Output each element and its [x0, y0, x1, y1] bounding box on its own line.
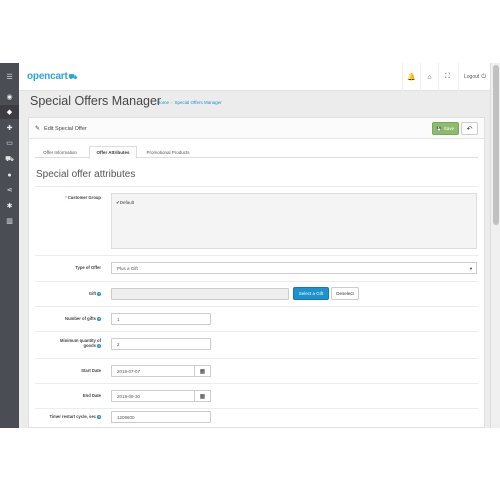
number-of-gifts-label: Number of gifts? [35, 316, 101, 321]
start-date-label: Start Date [81, 368, 101, 373]
cog-icon[interactable]: ✱ [0, 199, 19, 213]
user-icon[interactable]: ● [0, 168, 19, 182]
panel-title: ✎ Edit Special Offer [35, 125, 87, 132]
home-icon[interactable]: ⌂ [420, 63, 438, 91]
type-of-offer-select[interactable]: Plus a Gift ▼ [111, 262, 477, 274]
end-date-value: 2019-09-30 [117, 393, 141, 399]
power-icon: ⏻ [481, 73, 487, 80]
chevron-down-icon: ▼ [469, 266, 473, 271]
save-icon: 💾 [436, 126, 442, 131]
scrollbar[interactable] [490, 63, 500, 428]
end-date-input[interactable]: 2019-09-30 ▦ [111, 390, 211, 402]
min-quantity-label-line2: goods [83, 343, 96, 348]
timer-input[interactable]: 1209600 [111, 411, 211, 423]
end-date-label: End Date [82, 393, 101, 398]
logo-cart-icon: ⛟ [68, 74, 78, 81]
number-of-gifts-input[interactable]: 1 [111, 313, 211, 325]
min-quantity-input[interactable]: 2 [111, 338, 211, 350]
edit-panel: ✎ Edit Special Offer 💾 Save ↶ Offer Inform… [28, 117, 485, 428]
logout-link[interactable]: Logout ⏻ [458, 63, 490, 91]
gift-label: Gift? [35, 291, 101, 296]
panel-heading: ✎ Edit Special Offer 💾 Save ↶ [29, 118, 484, 139]
customer-group-box: ✔Default [111, 193, 477, 249]
customer-group-label: *Customer Group [35, 195, 101, 200]
deselect-button[interactable]: Deselect [331, 287, 359, 300]
type-of-offer-row: Type of Offer Plus a Gift ▼ [35, 255, 478, 281]
help-icon[interactable]: ? [97, 414, 101, 419]
gift-label-text: Gift [88, 291, 96, 296]
panel-title-text: Edit Special Offer [44, 126, 87, 132]
timer-label-text: Timer restart cycle, sec [49, 414, 96, 419]
help-icon[interactable]: ? [97, 316, 101, 321]
page-title: Special Offers Manager [30, 94, 162, 108]
help-icon[interactable]: ? [97, 343, 101, 348]
share-icon[interactable]: ⋖ [0, 183, 19, 197]
customer-group-option-default[interactable]: ✔Default [116, 200, 134, 206]
tab-offer-attributes[interactable]: Offer Attributes [89, 146, 137, 159]
start-date-row: Start Date 2019-07-07 ▦ [35, 358, 478, 383]
type-of-offer-value: Plus a Gift [117, 265, 138, 271]
calendar-icon[interactable]: ▦ [194, 365, 211, 377]
timer-label: Timer restart cycle, sec? [35, 414, 101, 419]
help-icon[interactable]: ? [97, 291, 101, 296]
undo-icon: ↶ [466, 125, 473, 133]
tab-promotional-products[interactable]: Promotional Products [141, 146, 195, 158]
start-date-value: 2019-07-07 [117, 368, 141, 374]
menu-icon[interactable]: ☰ [0, 70, 19, 84]
save-label: Save [443, 126, 455, 131]
breadcrumb-current[interactable]: Special Offers Manager [175, 100, 222, 105]
select-gift-button[interactable]: Select a Gift [293, 287, 329, 300]
type-of-offer-label: Type of Offer [75, 265, 101, 270]
expand-icon[interactable]: ⛶ [438, 63, 456, 91]
gift-input [111, 288, 289, 300]
min-quantity-label: Minimum quantity of goods? [35, 338, 101, 348]
gift-row: Gift? Select a Gift Deselect [35, 281, 478, 306]
customer-group-label-text: Customer Group [67, 195, 101, 200]
number-of-gifts-label-text: Number of gifts [65, 316, 96, 321]
cart-icon[interactable]: ⛟ [0, 152, 19, 166]
breadcrumb-separator: › [171, 100, 173, 105]
logo-text: opencart [27, 71, 68, 82]
timer-row: Timer restart cycle, sec? 1209600 [35, 408, 478, 428]
number-of-gifts-row: Number of gifts? 1 [35, 306, 478, 331]
scrollbar-thumb[interactable] [493, 65, 499, 225]
calendar-icon[interactable]: ▦ [194, 390, 211, 402]
left-sidebar: ☰ ◉ ◆ ✚ ▭ ⛟ ● ⋖ ✱ ▥ [0, 63, 19, 428]
back-button[interactable]: ↶ [461, 122, 478, 135]
browser-viewport: ☰ ◉ ◆ ✚ ▭ ⛟ ● ⋖ ✱ ▥ opencart⛟ 🔔 ⌂ ⛶ Logo… [0, 63, 500, 428]
bell-icon[interactable]: 🔔 [402, 63, 420, 91]
tab-bar: Offer Information Offer Attributes Promo… [35, 146, 478, 159]
desktop-icon[interactable]: ▭ [0, 136, 19, 150]
puzzle-icon[interactable]: ✚ [0, 121, 19, 135]
tab-offer-information[interactable]: Offer Information [39, 146, 81, 158]
top-header: opencart⛟ 🔔 ⌂ ⛶ Logout ⏻ [19, 63, 490, 91]
logout-label: Logout [464, 74, 480, 80]
customer-group-option-label: Default [119, 200, 135, 205]
opencart-logo[interactable]: opencart⛟ [27, 71, 77, 82]
min-quantity-row: Minimum quantity of goods? 2 [35, 331, 478, 357]
section-title: Special offer attributes [36, 169, 136, 180]
breadcrumb: Home › Special Offers Manager [157, 100, 222, 105]
end-date-row: End Date 2019-09-30 ▦ [35, 383, 478, 408]
tag-icon[interactable]: ◆ [0, 105, 19, 119]
breadcrumb-home[interactable]: Home [157, 100, 169, 105]
pencil-icon: ✎ [35, 126, 41, 132]
save-button[interactable]: 💾 Save [432, 122, 459, 135]
start-date-input[interactable]: 2019-07-07 ▦ [111, 365, 211, 377]
bar-chart-icon[interactable]: ▥ [0, 214, 19, 228]
required-mark: * [65, 195, 67, 200]
dashboard-icon[interactable]: ◉ [0, 90, 19, 104]
